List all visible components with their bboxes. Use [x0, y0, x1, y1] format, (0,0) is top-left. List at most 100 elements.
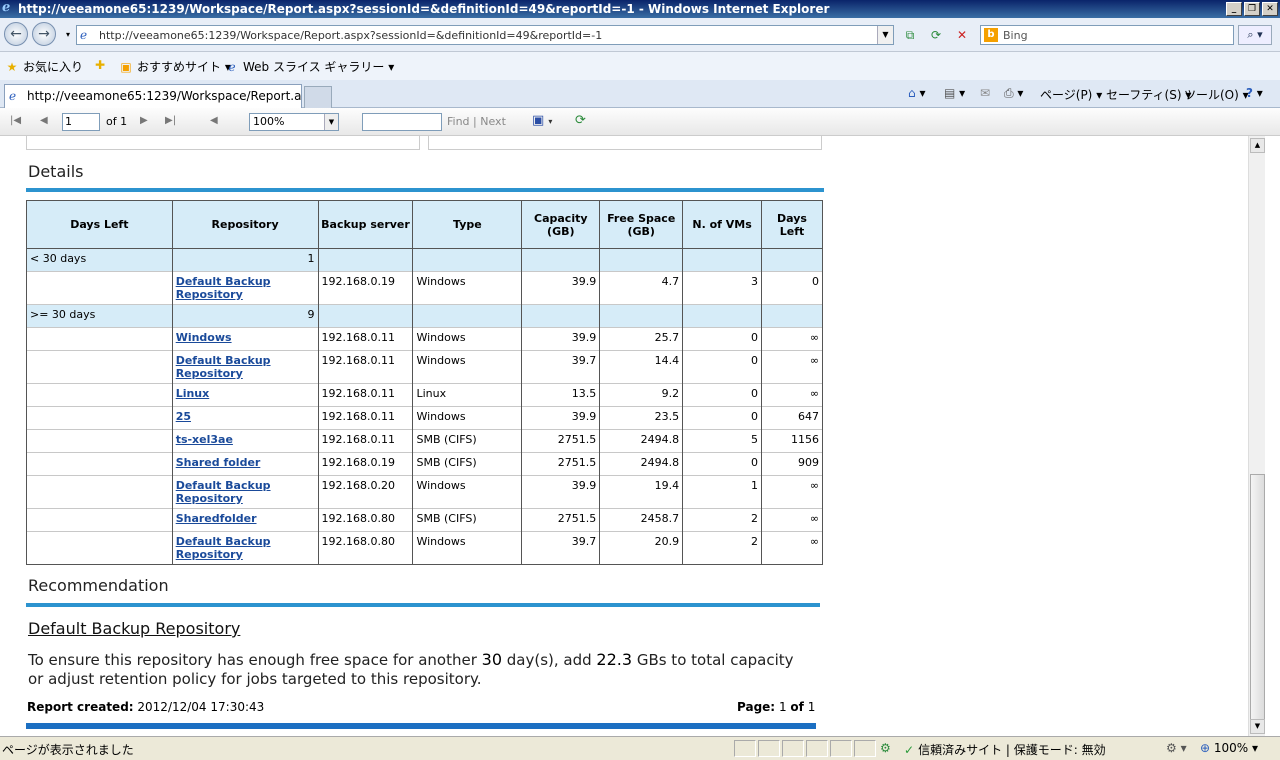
repository-link[interactable]: Shared folder [176, 456, 261, 469]
back-arrow-icon[interactable]: ← [4, 22, 28, 46]
table-row: Linux 192.168.0.11 Linux 13.5 9.2 0 ∞ [26, 383, 823, 407]
print-icon[interactable]: ⎙ ▾ [1004, 86, 1023, 101]
column-header: Type [412, 200, 523, 249]
previous-section-remnant [26, 136, 822, 151]
back-to-parent-icon[interactable]: ◀ [210, 115, 218, 126]
vm-count-cell: 0 [682, 383, 762, 407]
close-icon[interactable]: ✕ [1262, 2, 1278, 16]
next-page-icon[interactable]: ▶ [140, 115, 148, 126]
save-export-icon[interactable]: ▣ ▾ [532, 113, 552, 128]
search-icon[interactable]: ⌕ ▾ [1238, 25, 1272, 45]
days-left-cell: ∞ [761, 350, 823, 384]
backup-server-cell: 192.168.0.11 [317, 327, 414, 351]
capacity-cell: 39.9 [521, 271, 601, 305]
capacity-cell: 13.5 [521, 383, 601, 407]
safety-menu[interactable]: セーフティ(S) ▾ [1106, 86, 1191, 103]
repository-link[interactable]: Sharedfolder [176, 512, 257, 525]
column-header: Backup server [317, 200, 414, 249]
protected-mode-icon: ⚙ [880, 741, 891, 755]
tools-menu[interactable]: ツール(O) ▾ [1184, 86, 1249, 103]
find-input[interactable] [362, 113, 442, 131]
security-zone[interactable]: ✓ 信頼済みサイト | 保護モード: 無効 [904, 741, 1106, 758]
zoom-level[interactable]: ⊕ 100% ▾ [1200, 741, 1258, 755]
backup-server-cell: 192.168.0.11 [317, 429, 414, 453]
report-created: Report created: 2012/12/04 17:30:43 [27, 700, 265, 714]
url-dropdown-icon[interactable]: ▼ [877, 26, 893, 44]
table-row: Default Backup Repository 192.168.0.19 Win… [26, 271, 823, 305]
tab-report[interactable]: ℯ http://veeamone65:1239/Workspace/Repor… [4, 84, 302, 108]
repository-link[interactable]: Default Backup Repository [176, 275, 271, 301]
repository-link[interactable]: Default Backup Repository [176, 354, 271, 380]
find-link[interactable]: Find [447, 115, 470, 128]
maximize-icon[interactable]: ❐ [1244, 2, 1260, 16]
vm-count-cell: 0 [682, 406, 762, 430]
vm-count-cell: 5 [682, 429, 762, 453]
tab-page-icon: ℯ [9, 89, 17, 103]
previous-page-icon[interactable]: ◀ [40, 115, 48, 126]
days-left-cell: ∞ [761, 383, 823, 407]
scroll-down-icon[interactable]: ▼ [1250, 719, 1265, 734]
bing-small-icon: ▣ [120, 60, 132, 74]
search-field[interactable]: b Bing [980, 25, 1234, 45]
first-page-icon[interactable]: |◀ [10, 115, 21, 126]
history-dropdown-icon[interactable]: ▾ [58, 26, 78, 44]
group-count: 9 [171, 304, 319, 328]
star-icon: ★ [6, 60, 18, 74]
page-number-input[interactable]: 1 [62, 113, 100, 131]
zoom-dropdown-icon[interactable]: ▼ [324, 114, 338, 130]
repository-link[interactable]: Default Backup Repository [176, 535, 271, 561]
stop-icon[interactable]: ✕ [952, 26, 972, 44]
repository-link[interactable]: Default Backup Repository [176, 479, 271, 505]
window-title: http://veeamone65:1239/Workspace/Report.… [18, 2, 830, 16]
bing-logo-icon: b [984, 28, 998, 42]
scroll-up-icon[interactable]: ▲ [1250, 138, 1265, 153]
suggested-sites-button[interactable]: ▣ おすすめサイト ▾ [118, 58, 231, 75]
days-left-cell: ∞ [761, 531, 823, 565]
repository-link[interactable]: Linux [176, 387, 210, 400]
new-tab-button[interactable] [304, 86, 332, 108]
scroll-thumb[interactable] [1250, 474, 1265, 720]
page-menu[interactable]: ページ(P) ▾ [1040, 86, 1102, 103]
settings-icon[interactable]: ⚙ ▾ [1166, 741, 1187, 755]
url-text[interactable]: http://veeamone65:1239/Workspace/Report.… [99, 29, 602, 42]
backup-server-cell: 192.168.0.80 [317, 531, 414, 565]
compatibility-icon[interactable]: ⧉ [900, 26, 920, 44]
free-space-cell: 25.7 [599, 327, 684, 351]
capacity-cell: 39.7 [521, 350, 601, 384]
mail-icon[interactable]: ✉ [980, 86, 990, 100]
report-refresh-icon[interactable]: ⟳ [575, 113, 586, 128]
group-label: < 30 days [26, 248, 173, 272]
zoom-select[interactable]: 100% ▼ [249, 113, 339, 131]
free-space-cell: 20.9 [599, 531, 684, 565]
recommendation-repository-link[interactable]: Default Backup Repository [28, 619, 240, 638]
help-icon[interactable]: ? ▾ [1246, 86, 1263, 100]
refresh-icon[interactable]: ⟳ [926, 26, 946, 44]
free-space-cell: 9.2 [599, 383, 684, 407]
repository-link[interactable]: 25 [176, 410, 191, 423]
web-slice-gallery-button[interactable]: ℯ Web スライス ギャラリー ▾ [224, 58, 394, 75]
details-rule [26, 188, 824, 192]
forward-arrow-icon[interactable]: → [32, 22, 56, 46]
vertical-scrollbar[interactable]: ▲ ▼ [1248, 136, 1265, 736]
rss-icon[interactable]: ▤ ▾ [944, 86, 965, 100]
last-page-icon[interactable]: ▶| [165, 115, 176, 126]
vm-count-cell: 1 [682, 475, 762, 509]
vm-count-cell: 0 [682, 327, 762, 351]
vm-count-cell: 2 [682, 531, 762, 565]
home-icon[interactable]: ⌂ ▾ [908, 86, 925, 100]
footer-rule [26, 723, 816, 729]
type-cell: Windows [412, 531, 523, 565]
column-header: Capacity (GB) [521, 200, 601, 249]
next-link[interactable]: Next [480, 115, 506, 128]
search-placeholder[interactable]: Bing [1003, 29, 1028, 42]
page-icon: ℯ [80, 28, 88, 42]
column-header: Days Left [26, 200, 173, 249]
favorites-button[interactable]: ★ お気に入り [4, 58, 83, 75]
url-field[interactable]: ℯ http://veeamone65:1239/Workspace/Repor… [76, 25, 894, 45]
repository-link[interactable]: ts-xel3ae [176, 433, 233, 446]
free-space-cell: 14.4 [599, 350, 684, 384]
repository-link[interactable]: Windows [176, 331, 232, 344]
table-header-row: Days Left Repository Backup server Type … [26, 200, 823, 249]
add-favorite-icon[interactable]: ✚ [92, 58, 111, 72]
minimize-icon[interactable]: _ [1226, 2, 1242, 16]
